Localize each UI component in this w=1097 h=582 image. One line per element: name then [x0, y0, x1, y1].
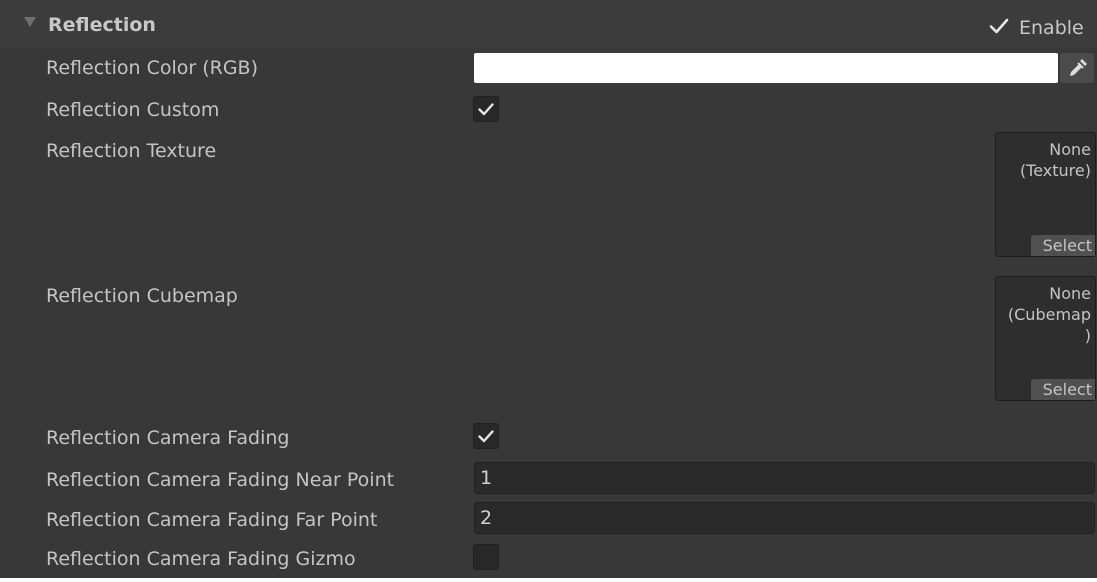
reflection-texture-field[interactable]: None (Texture) Select [995, 132, 1096, 257]
enable-label: Enable [1019, 17, 1084, 39]
checkmark-icon [989, 18, 1009, 34]
reflection-texture-label: Reflection Texture [46, 140, 217, 162]
cubemap-none-text: None (Cubemap ) [1007, 284, 1091, 345]
cubemap-select-button[interactable]: Select [1031, 379, 1095, 400]
fading-far-point-label: Reflection Camera Fading Far Point [46, 509, 378, 531]
reflection-camera-fading-checkbox[interactable] [473, 423, 499, 449]
checkmark-icon [478, 430, 494, 443]
reflection-color-label: Reflection Color (RGB) [46, 57, 259, 79]
fading-gizmo-label: Reflection Camera Fading Gizmo [46, 548, 356, 570]
reflection-inspector-panel: Reflection Enable Reflection Color (RGB)… [0, 0, 1097, 578]
texture-none-text: None (Texture) [1019, 140, 1091, 180]
reflection-color-swatch[interactable] [474, 53, 1058, 83]
reflection-section-header[interactable]: Reflection Enable [0, 0, 1097, 47]
fading-near-point-input[interactable]: 1 [474, 462, 1095, 494]
reflection-cubemap-field[interactable]: None (Cubemap ) Select [995, 276, 1096, 401]
reflection-camera-fading-label: Reflection Camera Fading [46, 427, 290, 449]
triangle-down-icon[interactable] [24, 17, 36, 27]
section-title: Reflection [48, 14, 156, 36]
fading-far-point-input[interactable]: 2 [474, 502, 1095, 534]
reflection-cubemap-label: Reflection Cubemap [46, 285, 238, 307]
fading-near-point-label: Reflection Camera Fading Near Point [46, 469, 395, 491]
enable-checkbox[interactable] [987, 14, 1011, 38]
checkmark-icon [478, 103, 494, 116]
eyedropper-button[interactable] [1060, 53, 1094, 83]
reflection-custom-checkbox[interactable] [473, 96, 499, 122]
reflection-custom-label: Reflection Custom [46, 99, 220, 121]
eyedropper-icon [1070, 59, 1087, 76]
texture-select-button[interactable]: Select [1031, 235, 1095, 256]
fading-gizmo-checkbox[interactable] [473, 544, 499, 570]
